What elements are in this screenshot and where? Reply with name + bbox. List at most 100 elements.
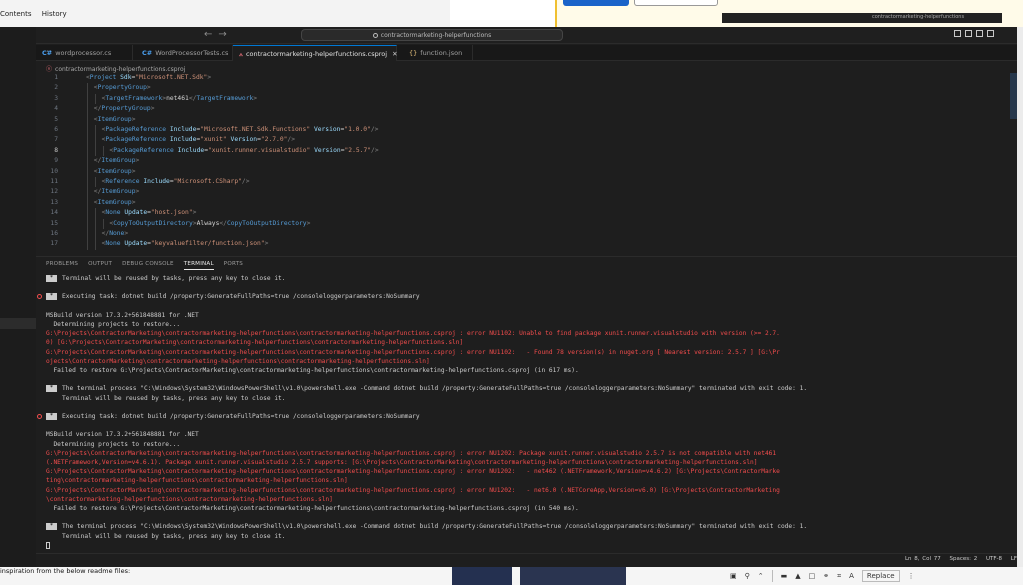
panel-tab-problems[interactable]: PROBLEMS [46,261,78,270]
contents-tab[interactable]: Contents [0,10,32,18]
code-line[interactable]: 12 </ItemGroup> [36,187,996,198]
code-line[interactable]: 6 <PackageReference Include="Microsoft.NE… [36,125,996,136]
code-text: <CopyToOutputDirectory>Always</CopyToOut… [109,219,311,227]
font-icon[interactable]: A [849,572,854,580]
highlight-icon[interactable]: ▲ [795,572,800,580]
terminal-line: Determining projects to restore... [46,440,181,448]
tab-function-json[interactable]: {} function.json [403,45,473,61]
customize-layout-icon[interactable] [987,30,994,37]
toggle-sidebar-icon[interactable] [954,30,961,37]
line-ending[interactable]: LF [1011,556,1017,562]
search-text: contractormarketing-helperfunctions [380,32,492,39]
terminal-marker-icon: * [46,293,57,301]
code-line[interactable]: 14 <None Update="host.json"> [36,208,996,219]
link-icon[interactable]: ⚭ [823,572,829,580]
indentation[interactable]: Spaces: 2 [949,556,977,562]
csharp-icon: C# [142,49,153,57]
paint-icon[interactable]: ⚲ [745,572,750,580]
json-icon: {} [409,49,418,57]
panel-tab-terminal[interactable]: TERMINAL [183,261,214,270]
terminal-error-line: 0) [G:\Projects\ContractorMarketing\cont… [46,339,464,347]
code-line[interactable]: 11 <Reference Include="Microsoft.CSharp"/… [36,177,996,188]
terminal-error-line: ting\contractormarketing-helperfunctions… [46,477,348,485]
code-line[interactable]: 9 </ItemGroup> [36,156,996,167]
encoding[interactable]: UTF-8 [986,556,1002,562]
indent-guide [87,197,88,209]
indent-guide [94,93,96,105]
history-tab[interactable]: History [42,10,67,18]
history-tabs: Contents History [0,10,75,18]
terminal-line: Failed to restore G:\Projects\Contractor… [46,367,579,374]
line-number: 13 [50,198,58,206]
indent-guide [87,187,88,198]
tab-csproj[interactable]: ⟑ contractormarketing-helperfunctions.csp… [233,45,398,61]
panel-tab-output[interactable]: OUTPUT [88,261,112,270]
indent-guide [87,156,88,167]
more-icon[interactable]: ⋮ [908,572,915,580]
code-line[interactable]: 1 <Project Sdk="Microsoft.NET.Sdk"> [36,73,996,83]
breadcrumb[interactable]: ⓝ contractormarketing-helperfunctions.csp… [46,64,185,73]
terminal-line: Failed to restore G:\Projects\Contractor… [46,505,579,512]
code-line[interactable]: 8 <PackageReference Include="xunit.runner… [36,145,996,157]
background-secondary-button[interactable] [634,0,718,6]
code-text: </None> [101,230,129,237]
code-line[interactable]: 4 </PropertyGroup> [36,104,996,115]
nav-arrows[interactable]: ←→ [204,29,233,40]
code-line[interactable]: 13 <ItemGroup> [36,197,996,209]
code-text: <PropertyGroup> [93,84,151,92]
indent-guide [87,239,88,250]
code-line[interactable]: 15 <CopyToOutputDirectory>Always</CopyToO… [36,218,996,229]
vscode-window: ←→ contractormarketing-helperfunctions ·… [36,27,1017,567]
terminal-line: MSBuild version 17.3.2+561848881 for .NE… [46,431,199,439]
error-decoration-icon[interactable] [37,294,42,300]
replace-button[interactable]: Replace [861,570,900,582]
box-icon[interactable]: □ [809,572,816,580]
line-number: 8 [54,146,58,154]
crop-icon[interactable]: ⌗ [837,572,841,581]
command-search[interactable]: contractormarketing-helperfunctions [301,29,563,41]
minimap[interactable] [1010,73,1017,119]
indent-guide [87,177,88,188]
indent-guide [87,218,88,229]
code-line[interactable]: 7 <PackageReference Include="xunit" Versi… [36,135,996,146]
chevron-icon[interactable]: ⌃ [758,572,764,580]
toggle-secondary-sidebar-icon[interactable] [976,30,983,37]
panel-tab-debug-console[interactable]: DEBUG CONSOLE [122,261,174,270]
background-dark-panel-2 [520,567,626,585]
explorer-sidebar [0,27,36,567]
code-line[interactable]: 3 <TargetFramework>net461</TargetFramewor… [36,93,996,105]
code-text: <Project Sdk="Microsoft.NET.Sdk"> [86,74,212,81]
code-line[interactable]: 10 <ItemGroup> [36,166,996,177]
tab-wordprocessor[interactable]: C# wordprocessor.cs [36,45,133,61]
layout-controls [954,30,994,37]
image-icon[interactable]: ▣ [730,572,737,580]
editor-tabs: ··· C# wordprocessor.cs C# WordProcessorTes… [36,45,1017,61]
terminal-error-line: G:\Projects\ContractorMarketing\contract… [46,348,780,356]
tab-wordprocessortests[interactable]: C# WordProcessorTests.cs [136,45,233,61]
code-line[interactable]: 2 <PropertyGroup> [36,83,996,94]
code-text: <None Update="keyvaluefilter/function.js… [101,240,269,248]
background-mini-window: contractormarketing-helperfunctions [722,13,1002,23]
code-text: <TargetFramework>net461</TargetFramework… [101,94,258,102]
code-editor[interactable]: 1 <Project Sdk="Microsoft.NET.Sdk"> 2 <Prop… [36,73,1017,256]
code-line[interactable]: 5 <ItemGroup> [36,114,996,125]
terminal-cursor [46,541,50,549]
background-bottom-bar: inspiration from the below readme files:… [0,567,1023,585]
code-text: </ItemGroup> [93,188,140,196]
explorer-selected-item[interactable] [0,318,36,329]
code-line[interactable]: 17 <None Update="keyvaluefilter/function.… [36,239,996,250]
indent-guide [102,218,104,229]
line-number: 4 [54,105,58,113]
error-decoration-icon[interactable] [37,414,42,419]
indent-guide [94,135,96,146]
indent-guide [94,229,96,240]
close-icon[interactable]: ✕ [392,50,397,58]
code-line[interactable]: 16 </None> [36,229,996,240]
indent-guide [94,177,96,188]
cursor-position[interactable]: Ln 8, Col 77 [905,556,941,562]
tab-label: function.json [420,49,463,57]
background-primary-button[interactable] [563,0,629,6]
panel-tab-ports[interactable]: PORTS [224,261,243,270]
toggle-panel-icon[interactable] [965,30,972,37]
strikethrough-icon[interactable]: ▬ [781,572,788,580]
